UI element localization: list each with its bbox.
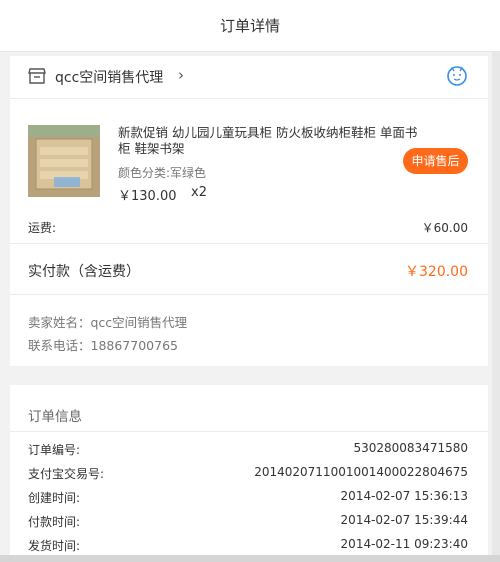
info-row-paid: 付款时间: 2014-02-07 15:39:44 xyxy=(10,513,488,533)
info-key: 创建时间: xyxy=(28,491,81,505)
product-thumbnail[interactable] xyxy=(28,125,100,197)
shop-name[interactable]: qcc空间销售代理 xyxy=(55,67,163,87)
after-sale-button[interactable]: 申请售后 xyxy=(403,148,468,174)
divider xyxy=(10,98,488,99)
info-value: 2014-02-07 15:36:13 xyxy=(340,489,468,503)
info-key: 订单编号: xyxy=(28,443,81,457)
info-row-shipped: 发货时间: 2014-02-11 09:23:40 xyxy=(10,537,488,557)
paid-value: ￥320.00 xyxy=(405,264,468,280)
shipping-label: 运费: xyxy=(28,221,57,235)
paid-label: 实付款（含运费） xyxy=(28,264,140,280)
shop-row[interactable]: qcc空间销售代理 › xyxy=(10,56,488,98)
product-spec: 颜色分类:军绿色 xyxy=(118,166,207,180)
divider xyxy=(10,294,488,295)
scrollbar[interactable] xyxy=(492,52,500,562)
product-quantity: x2 xyxy=(191,185,207,200)
product-title[interactable]: 新款促销 幼儿园儿童玩具柜 防火板收纳柜鞋柜 单面书柜 鞋架书架 xyxy=(118,125,418,157)
info-value: 530280083471580 xyxy=(353,441,468,455)
info-value: 2014020711001001400022804675 xyxy=(254,465,468,479)
info-key: 支付宝交易号: xyxy=(28,467,105,481)
seller-phone[interactable]: 联系电话：18867700765 xyxy=(28,335,178,354)
seller-name: 卖家姓名：qcc空间销售代理 xyxy=(28,315,188,330)
info-value: 2014-02-11 09:23:40 xyxy=(340,537,468,551)
bottom-bar xyxy=(0,555,500,562)
info-row-created: 创建时间: 2014-02-07 15:36:13 xyxy=(10,489,488,509)
page-title: 订单详情 xyxy=(219,17,280,35)
order-info-card: 订单信息 订单编号: 530280083471580 支付宝交易号: 20140… xyxy=(10,385,488,557)
info-value: 2014-02-07 15:39:44 xyxy=(340,513,468,527)
info-row-alipay-trade: 支付宝交易号: 2014020711001001400022804675 xyxy=(10,465,488,485)
divider xyxy=(10,431,488,432)
divider xyxy=(10,243,488,244)
chevron-right-icon: › xyxy=(178,66,184,84)
product-price: ￥130.00 xyxy=(118,189,177,204)
customer-service-icon[interactable] xyxy=(446,65,468,87)
info-row-order-number: 订单编号: 530280083471580 xyxy=(10,441,488,461)
page-header: 订单详情 xyxy=(0,0,500,52)
info-key: 发货时间: xyxy=(28,539,81,553)
shipping-value: ￥60.00 xyxy=(421,221,468,235)
info-key: 付款时间: xyxy=(28,515,81,529)
order-info-title: 订单信息 xyxy=(28,409,82,425)
order-card: qcc空间销售代理 › 新款促销 幼儿园儿童玩具柜 防火板收纳柜鞋柜 单面书柜 … xyxy=(10,56,488,366)
store-icon xyxy=(28,68,46,84)
